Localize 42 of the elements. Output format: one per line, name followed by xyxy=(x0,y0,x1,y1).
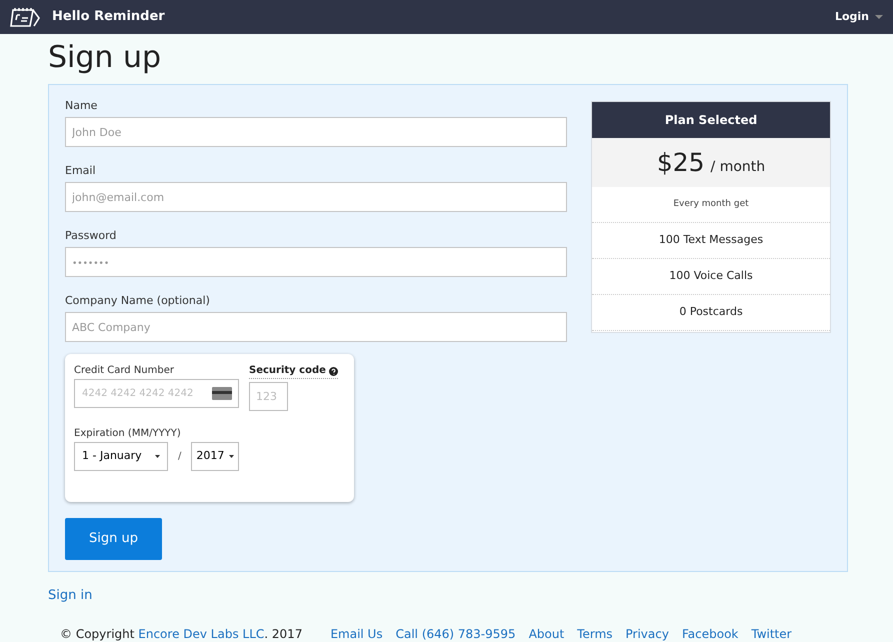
copyright-text: © Copyright Encore Dev Labs LLC. 2017 xyxy=(60,626,302,642)
input-field[interactable]: john@email.com xyxy=(65,182,567,212)
footer-link[interactable]: About xyxy=(528,624,564,642)
plan-feature: 100 Text Messages xyxy=(592,223,830,259)
input-field[interactable]: ABC Company xyxy=(65,312,567,342)
month-select[interactable]: 1 - January xyxy=(74,442,168,471)
card-number-field[interactable]: 4242 4242 4242 4242 xyxy=(74,379,239,408)
field-label: Security code xyxy=(249,364,326,378)
field-label: Name xyxy=(65,99,98,113)
footer-link[interactable]: Facebook xyxy=(682,624,738,642)
security-code-field[interactable]: 123 xyxy=(249,382,288,411)
footer-link[interactable]: Privacy xyxy=(626,624,669,642)
plan-feature: 100 Voice Calls xyxy=(592,259,830,295)
plan-feature: 0 Postcards xyxy=(592,295,830,331)
caret-icon xyxy=(229,455,234,458)
field-label: Credit Card Number xyxy=(74,364,175,378)
field-label: Password xyxy=(65,229,118,243)
plan-header: Plan Selected xyxy=(592,102,830,138)
password-field[interactable]: ••••••• xyxy=(65,247,567,277)
help-icon[interactable] xyxy=(328,366,338,376)
brand-name[interactable]: Hello Reminder xyxy=(52,7,165,27)
plan-period: / month xyxy=(710,158,766,177)
field-label: Email xyxy=(65,164,97,178)
date-separator: / xyxy=(178,450,182,464)
footer-link[interactable]: Email Us xyxy=(330,624,383,642)
login-menu[interactable]: Login xyxy=(834,8,883,26)
plan-price: $25 xyxy=(656,147,705,179)
field-label: Expiration (MM/YYYY) xyxy=(74,427,182,441)
company-link[interactable]: Encore Dev Labs LLC xyxy=(138,626,264,640)
sign-in-link[interactable]: Sign in xyxy=(48,586,893,606)
calendar-icon xyxy=(10,6,42,28)
signup-button[interactable]: Sign up xyxy=(65,518,162,560)
field-label: Company Name (optional) xyxy=(65,294,211,308)
footer-link[interactable]: Call (646) 783-9595 xyxy=(396,624,516,642)
caret-icon xyxy=(875,14,883,20)
credit-card-icon xyxy=(212,387,232,400)
caret-icon xyxy=(155,455,160,458)
year-select[interactable]: 2017 xyxy=(191,442,240,471)
plan-subtitle: Every month get xyxy=(592,187,830,223)
footer-link[interactable]: Twitter xyxy=(751,624,792,642)
page-title: Sign up xyxy=(48,39,162,77)
footer-link[interactable]: Terms xyxy=(577,624,613,642)
